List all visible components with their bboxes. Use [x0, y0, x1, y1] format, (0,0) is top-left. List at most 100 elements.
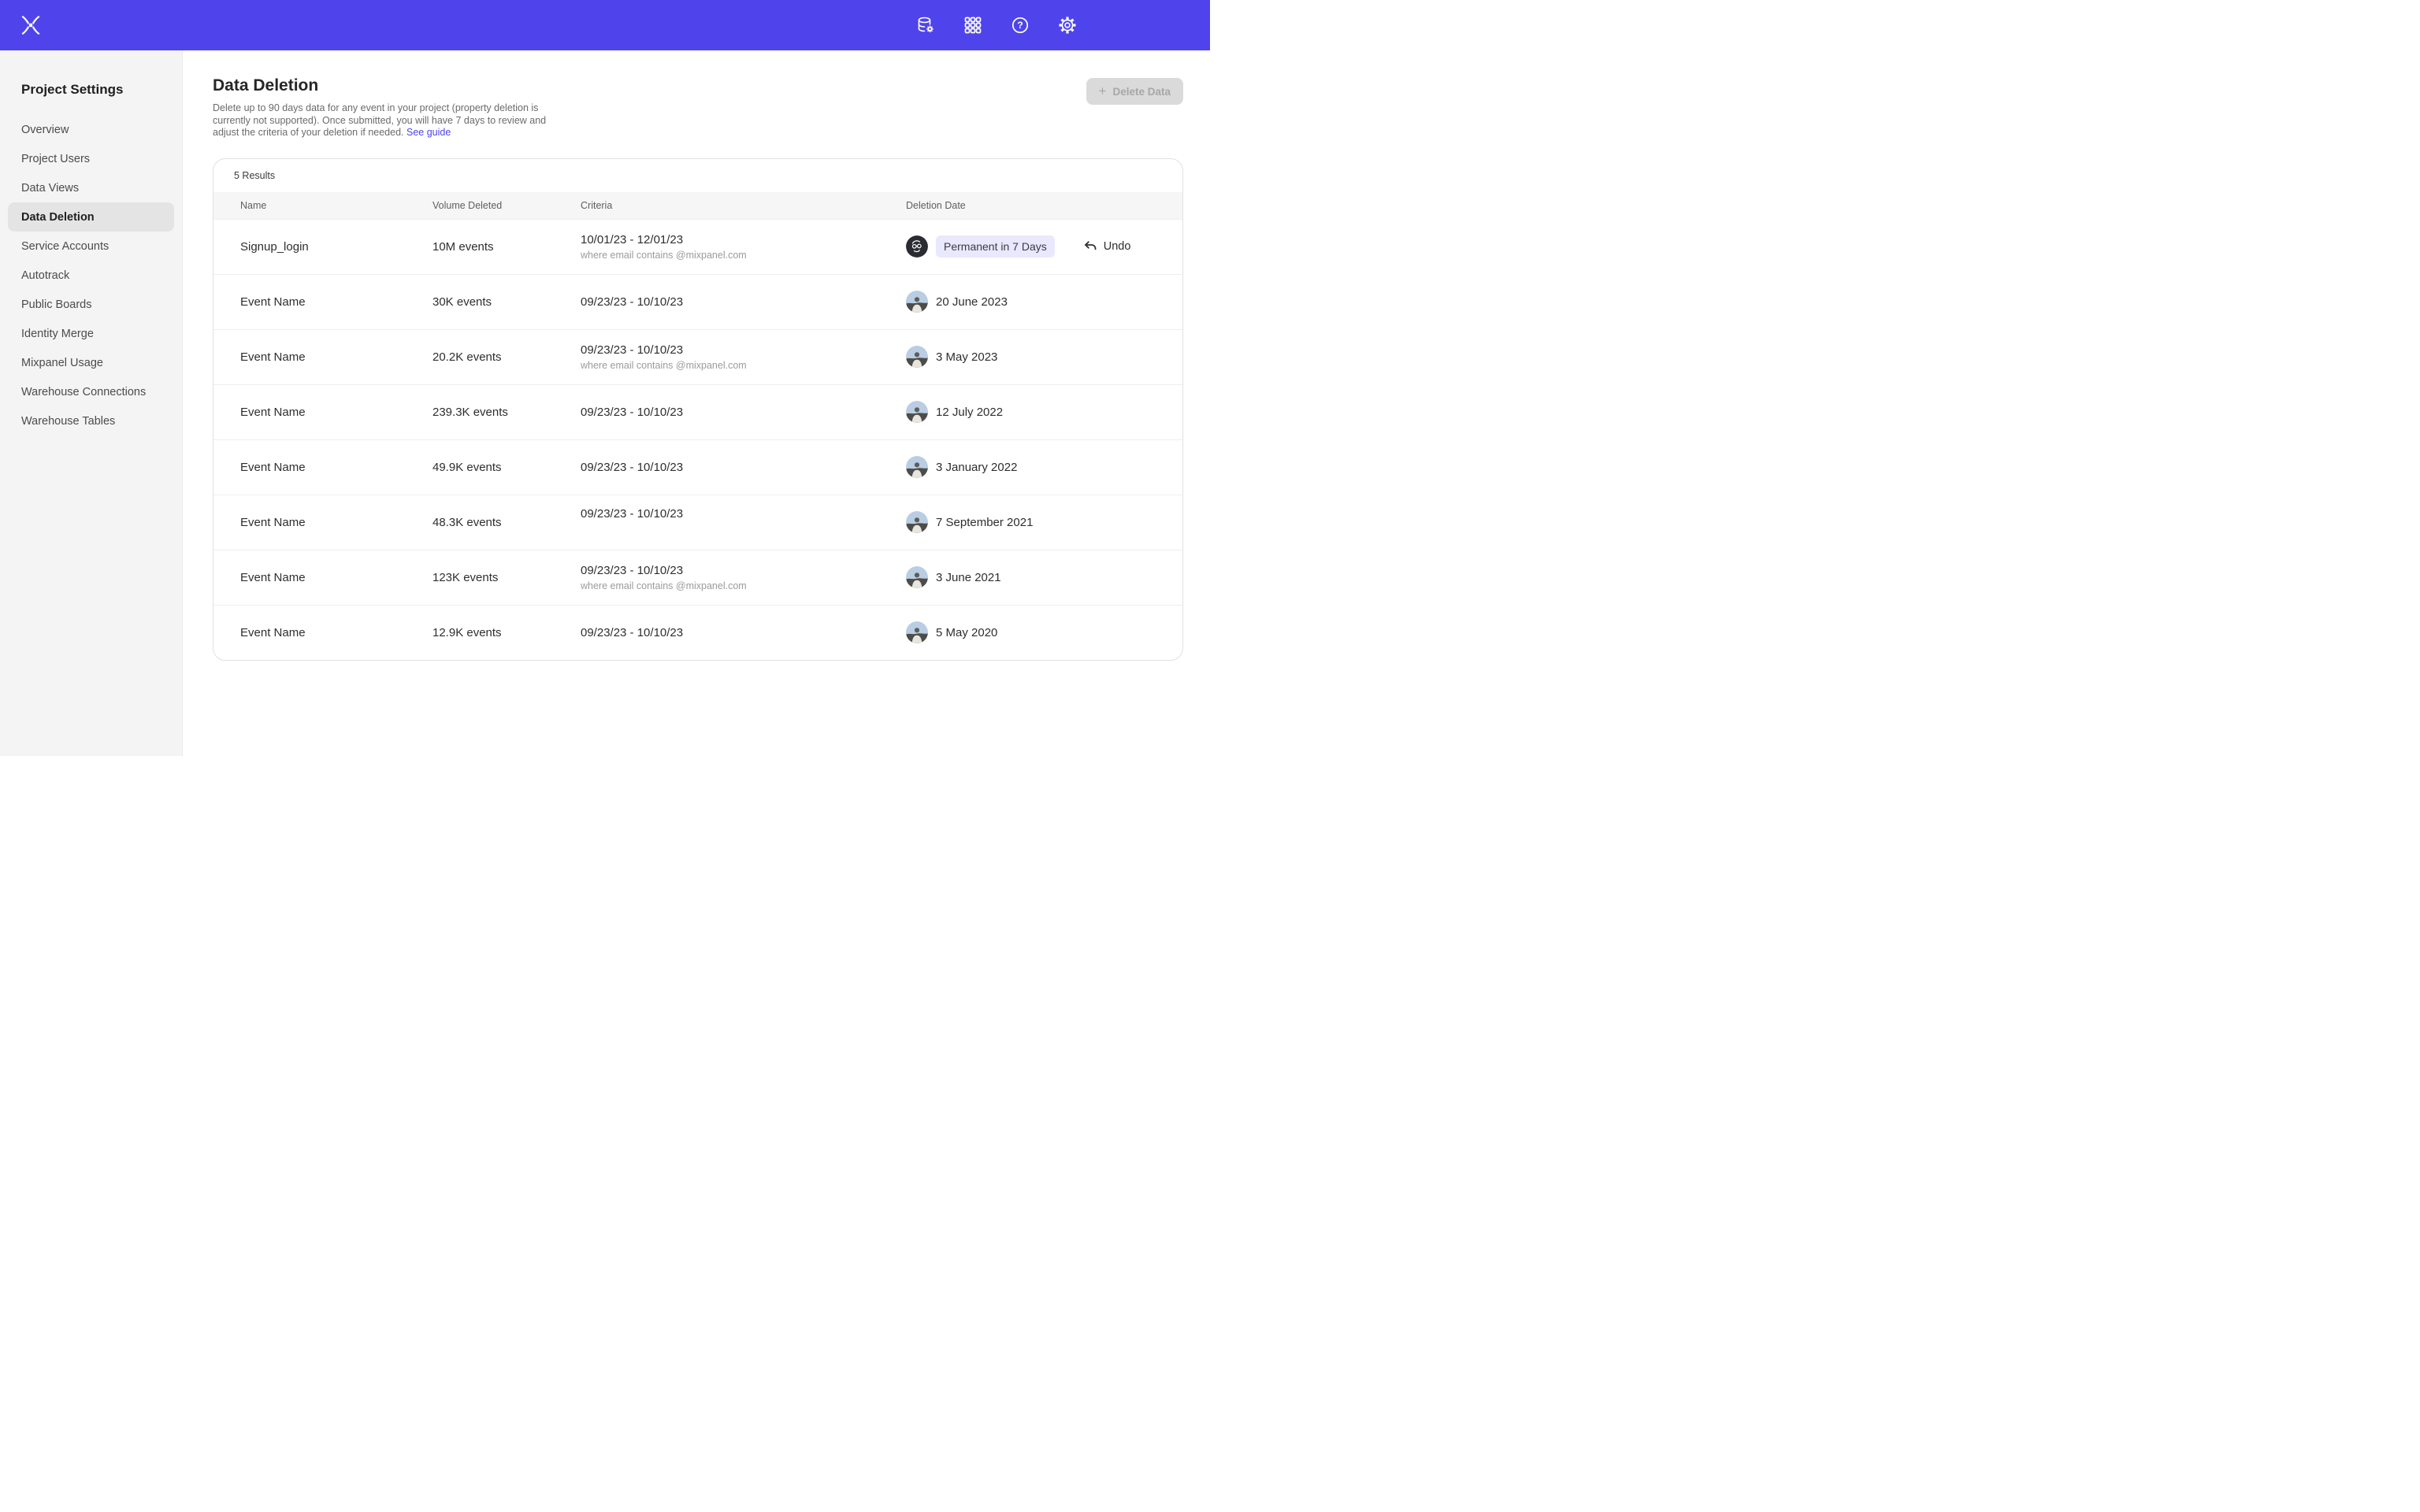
- criteria-cell: 09/23/23 - 10/10/23: [581, 406, 906, 419]
- person-photo-avatar: [906, 346, 928, 368]
- volume-deleted-cell: 10M events: [432, 240, 581, 254]
- criteria-range: 09/23/23 - 10/10/23: [581, 406, 890, 419]
- criteria-cell: 10/01/23 - 12/01/23 where email contains…: [581, 233, 906, 261]
- plus-icon: +: [1099, 84, 1107, 98]
- table-row: Signup_login 10M events 10/01/23 - 12/01…: [213, 219, 1182, 274]
- criteria-range: 09/23/23 - 10/10/23: [581, 461, 890, 474]
- criteria-range: 09/23/23 - 10/10/23: [581, 564, 890, 577]
- criteria-cell: 09/23/23 - 10/10/23: [581, 516, 906, 529]
- mixpanel-logo[interactable]: [20, 14, 41, 36]
- criteria-filter: where email contains @mixpanel.com: [581, 360, 890, 371]
- delete-data-button-label: Delete Data: [1112, 86, 1171, 98]
- page-header-text: Data Deletion Delete up to 90 days data …: [213, 76, 546, 139]
- volume-deleted-cell: 30K events: [432, 295, 581, 309]
- svg-text:?: ?: [1017, 20, 1023, 31]
- deletion-date-cell: 20 June 2023: [906, 291, 1182, 313]
- person-photo-avatar: [906, 566, 928, 588]
- sidebar-item-autotrack[interactable]: Autotrack: [8, 261, 174, 290]
- dark-doodle-avatar: [906, 235, 928, 258]
- sidebar-item-data-views[interactable]: Data Views: [8, 173, 174, 202]
- sidebar-item-overview[interactable]: Overview: [8, 115, 174, 144]
- criteria-range: 10/01/23 - 12/01/23: [581, 233, 890, 246]
- deletion-date: 3 January 2022: [936, 461, 1017, 474]
- data-management-icon[interactable]: [916, 16, 935, 35]
- event-name-cell: Event Name: [240, 461, 432, 474]
- column-header-deletion-date: Deletion Date: [906, 200, 1182, 211]
- deletion-date-cell: 12 July 2022: [906, 401, 1182, 423]
- sidebar-item-project-users[interactable]: Project Users: [8, 144, 174, 173]
- table-row: Event Name 48.3K events 09/23/23 - 10/10…: [213, 495, 1182, 550]
- event-name-cell: Event Name: [240, 516, 432, 529]
- deletion-date: 5 May 2020: [936, 626, 997, 639]
- criteria-cell: 09/23/23 - 10/10/23: [581, 461, 906, 474]
- description-line-2: currently not supported). Once submitted…: [213, 115, 546, 126]
- table-row: Event Name 239.3K events 09/23/23 - 10/1…: [213, 384, 1182, 439]
- settings-icon[interactable]: [1058, 16, 1077, 35]
- table-row: Event Name 123K events 09/23/23 - 10/10/…: [213, 550, 1182, 605]
- sidebar-list: Overview Project Users Data Views Data D…: [0, 115, 182, 435]
- volume-deleted-cell: 49.9K events: [432, 461, 581, 474]
- delete-data-button[interactable]: + Delete Data: [1086, 78, 1183, 105]
- deletion-date: 12 July 2022: [936, 406, 1003, 419]
- criteria-filter: where email contains @mixpanel.com: [581, 580, 890, 591]
- description-line-3: adjust the criteria of your deletion if …: [213, 127, 404, 138]
- results-count: 5 Results: [213, 159, 1182, 192]
- page-description: Delete up to 90 days data for any event …: [213, 102, 546, 139]
- deletion-date-cell: 7 September 2021: [906, 511, 1182, 533]
- person-photo-avatar: [906, 456, 928, 478]
- table-row: Event Name 20.2K events 09/23/23 - 10/10…: [213, 329, 1182, 384]
- person-photo-avatar: [906, 511, 928, 533]
- help-icon[interactable]: ?: [1011, 16, 1030, 35]
- criteria-range: 09/23/23 - 10/10/23: [581, 295, 890, 309]
- undo-button[interactable]: Undo: [1083, 239, 1131, 254]
- volume-deleted-cell: 239.3K events: [432, 406, 581, 419]
- table-row: Event Name 49.9K events 09/23/23 - 10/10…: [213, 439, 1182, 495]
- column-header-criteria: Criteria: [581, 200, 906, 211]
- status-badge: Permanent in 7 Days: [936, 235, 1055, 258]
- deletion-date: 7 September 2021: [936, 516, 1033, 529]
- deletion-requests-card: 5 Results Name Volume Deleted Criteria D…: [213, 158, 1183, 661]
- see-guide-link[interactable]: See guide: [406, 127, 451, 138]
- criteria-cell: 09/23/23 - 10/10/23 where email contains…: [581, 343, 906, 371]
- column-header-name: Name: [240, 200, 432, 211]
- sidebar-item-service-accounts[interactable]: Service Accounts: [8, 232, 174, 261]
- criteria-cell: 09/23/23 - 10/10/23: [581, 295, 906, 309]
- mixpanel-project-settings-page: ? Project Settings Overview Project User…: [0, 0, 1210, 756]
- table-row: Event Name 12.9K events 09/23/23 - 10/10…: [213, 605, 1182, 660]
- sidebar-item-data-deletion[interactable]: Data Deletion: [8, 202, 174, 232]
- person-photo-avatar: [906, 621, 928, 643]
- project-settings-sidebar: Project Settings Overview Project Users …: [0, 50, 183, 756]
- deletion-date-cell: 3 June 2021: [906, 566, 1182, 588]
- page-header: Data Deletion Delete up to 90 days data …: [213, 76, 1183, 139]
- volume-deleted-cell: 20.2K events: [432, 350, 581, 364]
- criteria-range: 09/23/23 - 10/10/23: [581, 507, 890, 521]
- page-title: Data Deletion: [213, 76, 546, 96]
- event-name-cell: Signup_login: [240, 240, 432, 254]
- top-navbar: ?: [0, 0, 1210, 50]
- sidebar-item-warehouse-connections[interactable]: Warehouse Connections: [8, 377, 174, 406]
- volume-deleted-cell: 12.9K events: [432, 626, 581, 639]
- deletion-date-cell: Permanent in 7 Days Undo: [906, 235, 1182, 258]
- sidebar-item-identity-merge[interactable]: Identity Merge: [8, 319, 174, 348]
- volume-deleted-cell: 123K events: [432, 571, 581, 584]
- undo-label: Undo: [1104, 240, 1131, 253]
- criteria-cell: 09/23/23 - 10/10/23 where email contains…: [581, 564, 906, 591]
- event-name-cell: Event Name: [240, 406, 432, 419]
- event-name-cell: Event Name: [240, 571, 432, 584]
- event-name-cell: Event Name: [240, 295, 432, 309]
- sidebar-item-public-boards[interactable]: Public Boards: [8, 290, 174, 319]
- table-header-row: Name Volume Deleted Criteria Deletion Da…: [213, 192, 1182, 219]
- event-name-cell: Event Name: [240, 626, 432, 639]
- deletion-date-cell: 5 May 2020: [906, 621, 1182, 643]
- deletion-date-cell: 3 May 2023: [906, 346, 1182, 368]
- deletion-date-cell: 3 January 2022: [906, 456, 1182, 478]
- column-header-volume-deleted: Volume Deleted: [432, 200, 581, 211]
- criteria-filter: where email contains @mixpanel.com: [581, 250, 890, 261]
- person-photo-avatar: [906, 291, 928, 313]
- criteria-cell: 09/23/23 - 10/10/23: [581, 626, 906, 639]
- apps-grid-icon[interactable]: [963, 16, 982, 35]
- deletion-date: 20 June 2023: [936, 295, 1008, 309]
- sidebar-item-warehouse-tables[interactable]: Warehouse Tables: [8, 406, 174, 435]
- sidebar-item-mixpanel-usage[interactable]: Mixpanel Usage: [8, 348, 174, 377]
- navbar-icon-group: ?: [916, 16, 1077, 35]
